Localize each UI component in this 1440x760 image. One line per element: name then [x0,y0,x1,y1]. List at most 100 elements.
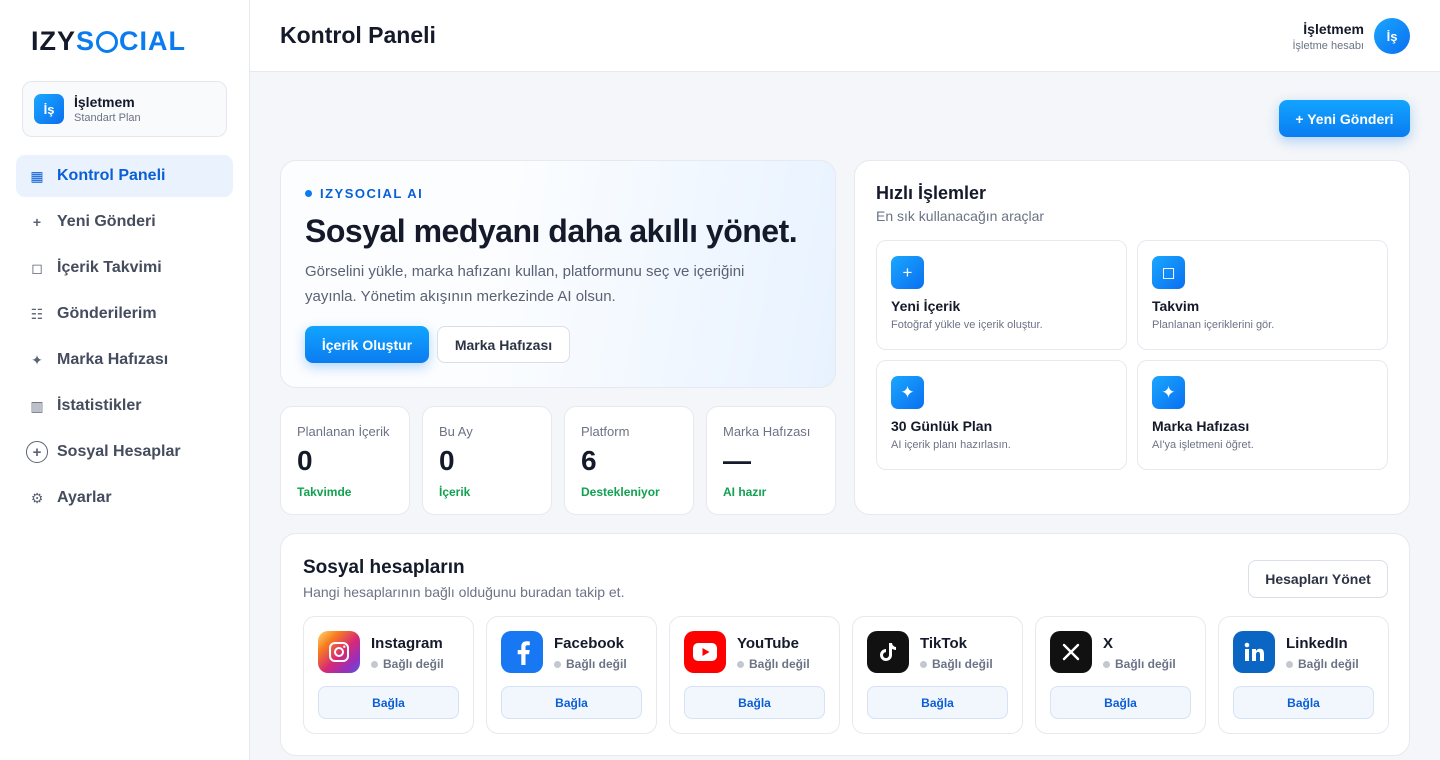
platform-name: Facebook [554,635,625,652]
platform-name: X [1103,635,1114,652]
sidebar-item-label: Yeni Gönderi [57,213,156,230]
business-name: İşletmem [74,94,135,110]
sidebar-item-label: İstatistikler [57,397,142,414]
connect-button-youtube[interactable]: Bağla [684,686,825,719]
square-icon: ◻ [31,259,43,276]
quick-action-title: Yeni İçerik [891,298,961,314]
business-plan: Standart Plan [74,112,141,124]
gear-icon: ⚙ [30,489,44,506]
connect-button-instagram[interactable]: Bağla [318,686,459,719]
user-menu[interactable]: İşletmem İşletme hesabı İş [1292,18,1410,54]
plus-circle-icon: + [26,441,48,463]
sidebar-item-marka-hafizasi[interactable]: ✦ Marka Hafızası [16,339,233,381]
business-avatar: İş [34,94,64,124]
logo-text-izy: IZY [31,25,77,56]
sidebar-item-label: Marka Hafızası [57,351,169,368]
logo-text-cial: CIAL [119,25,187,56]
quick-action-title: 30 Günlük Plan [891,418,993,434]
page-title: Kontrol Paneli [280,22,436,48]
new-post-button[interactable]: + Yeni Gönderi [1279,100,1410,137]
list-icon: ☷ [30,305,44,322]
platform-card-x: X Bağlı değil Bağla [1035,616,1206,734]
platform-card-youtube: YouTube Bağlı değil Bağla [669,616,840,734]
quick-action-30-day-plan[interactable]: ✦ 30 Günlük Plan AI içerik planı hazırla… [876,360,1127,470]
sidebar-item-ayarlar[interactable]: ⚙ Ayarlar [16,477,233,519]
sidebar-item-kontrol-paneli[interactable]: ▦ Kontrol Paneli [16,155,233,197]
manage-accounts-button[interactable]: Hesapları Yönet [1248,560,1388,598]
platform-name: YouTube [737,635,799,652]
stat-label: Bu Ay [439,424,473,439]
facebook-icon [501,631,543,673]
quick-actions-card: Hızlı İşlemler En sık kullanacağın araçl… [854,160,1410,515]
business-switcher[interactable]: İş İşletmem Standart Plan [22,81,227,137]
grid-icon: ▦ [30,167,44,184]
platform-card-tiktok: TikTok Bağlı değil Bağla [852,616,1023,734]
sidebar-item-sosyal-hesaplar[interactable]: + Sosyal Hesaplar [16,431,233,473]
hero-description: Görselini yükle, marka hafızanı kullan, … [305,263,745,305]
quick-action-desc: Fotoğraf yükle ve içerik oluştur. [891,319,1043,331]
plus-icon: + [32,214,42,230]
stat-sub: Takvimde [297,485,352,499]
sidebar: IZY S CIAL İş İşletmem Standart Plan ▦ K… [0,0,250,760]
top-header: Kontrol Paneli İşletmem İşletme hesabı İ… [250,0,1440,72]
sidebar-item-icerik-takvimi[interactable]: ◻ İçerik Takvimi [16,247,233,289]
stat-card-this-month: Bu Ay 0 İçerik [422,406,552,515]
hero-tag-label: IZYSOCIAL AI [320,186,424,201]
sidebar-item-label: İçerik Takvimi [57,259,162,276]
logo-orbit-icon [96,31,119,53]
bars-icon: ▥ [30,397,44,414]
quick-action-calendar[interactable]: ◻ Takvim Planlanan içeriklerini gör. [1137,240,1388,350]
status-badge: Bağlı değil [737,657,810,671]
quick-action-desc: AI'ya işletmeni öğret. [1152,439,1254,451]
stat-sub: AI hazır [723,485,767,499]
sidebar-item-label: Ayarlar [57,489,112,506]
status-badge: Bağlı değil [920,657,993,671]
square-icon: ◻ [1152,256,1185,289]
brand-logo[interactable]: IZY S CIAL [31,25,187,56]
connect-button-facebook[interactable]: Bağla [501,686,642,719]
user-avatar[interactable]: İş [1374,18,1410,54]
stat-sub: İçerik [439,485,471,499]
platform-card-facebook: Facebook Bağlı değil Bağla [486,616,657,734]
connect-button-linkedin[interactable]: Bağla [1233,686,1374,719]
stat-label: Platform [581,424,630,439]
stat-label: Marka Hafızası [723,424,811,439]
connect-button-tiktok[interactable]: Bağla [867,686,1008,719]
status-badge: Bağlı değil [1103,657,1176,671]
sidebar-item-label: Gönderilerim [57,305,157,322]
quick-actions-subtitle: En sık kullanacağın araçlar [876,208,1045,224]
user-name: İşletmem [1303,20,1364,37]
quick-action-title: Takvim [1152,298,1200,314]
stat-value: 0 [297,445,313,476]
quick-action-desc: Planlanan içeriklerini gör. [1152,319,1275,331]
sidebar-item-istatistikler[interactable]: ▥ İstatistikler [16,385,233,427]
quick-action-title: Marka Hafızası [1152,418,1250,434]
connect-button-x[interactable]: Bağla [1050,686,1191,719]
create-content-button[interactable]: İçerik Oluştur [305,326,429,363]
sparkle-icon: ✦ [31,351,43,368]
sparkle-icon: ✦ [1152,376,1185,409]
stat-value: — [723,445,751,476]
x-icon [1050,631,1092,673]
status-badge: Bağlı değil [371,657,444,671]
user-account-type: İşletme hesabı [1292,39,1364,52]
platform-name: LinkedIn [1286,635,1348,652]
quick-actions-title: Hızlı İşlemler [876,183,987,203]
quick-action-new-content[interactable]: + Yeni İçerik Fotoğraf yükle ve içerik o… [876,240,1127,350]
sidebar-item-yeni-gonderi[interactable]: + Yeni Gönderi [16,201,233,243]
social-accounts-subtitle: Hangi hesaplarının bağlı olduğunu burada… [303,584,625,600]
social-accounts-title: Sosyal hesapların [303,557,465,578]
youtube-icon [684,631,726,673]
brand-memory-button[interactable]: Marka Hafızası [437,326,570,363]
platform-name: Instagram [371,635,443,652]
sidebar-item-gonderilerim[interactable]: ☷ Gönderilerim [16,293,233,335]
ai-hero-card: IZYSOCIAL AI Sosyal medyanı daha akıllı … [280,160,836,388]
hero-tag: IZYSOCIAL AI [305,186,423,201]
logo-text-s: S [76,25,96,56]
sidebar-nav: ▦ Kontrol Paneli + Yeni Gönderi ◻ İçerik… [16,155,233,523]
stat-card-platform: Platform 6 Destekleniyor [564,406,694,515]
quick-action-brand-memory[interactable]: ✦ Marka Hafızası AI'ya işletmeni öğret. [1137,360,1388,470]
instagram-icon [318,631,360,673]
platform-card-linkedin: LinkedIn Bağlı değil Bağla [1218,616,1389,734]
stat-sub: Destekleniyor [581,485,660,499]
